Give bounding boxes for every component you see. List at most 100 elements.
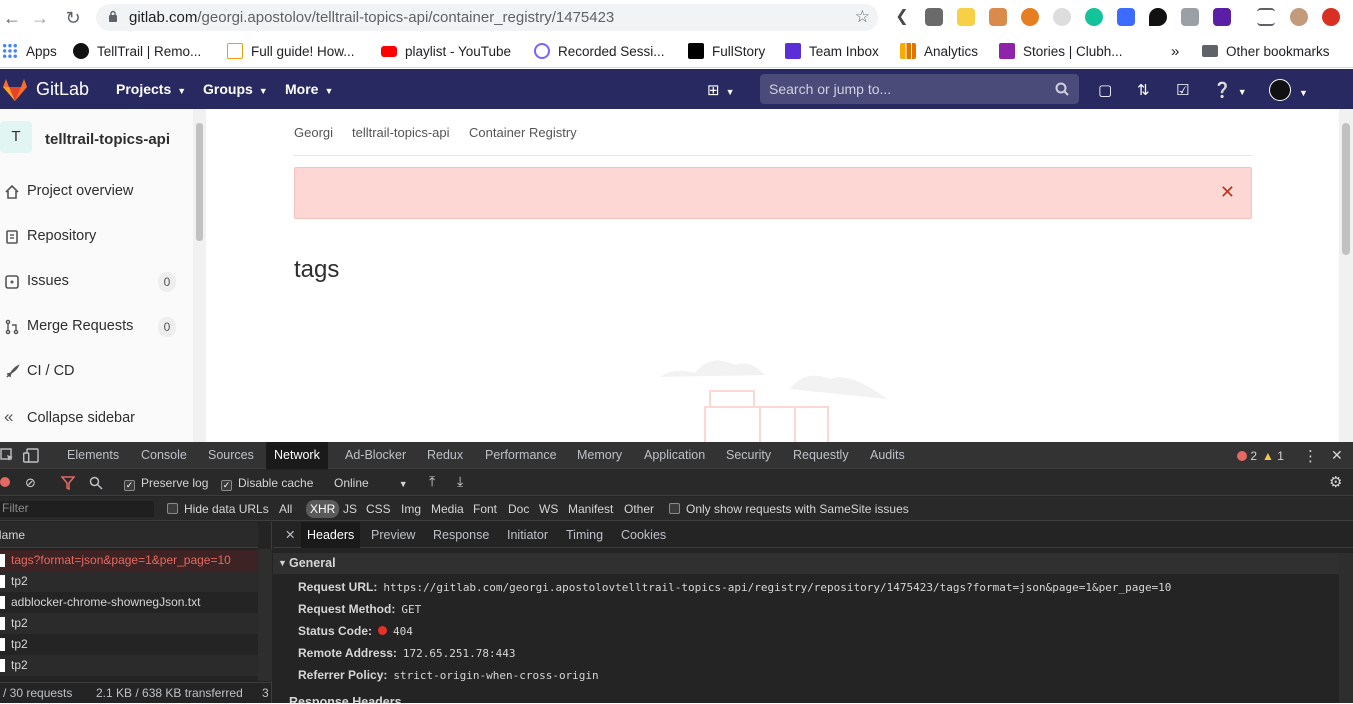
response-headers-section[interactable]: Response Headers xyxy=(289,695,402,703)
detail-tab-response[interactable]: Response xyxy=(427,522,495,548)
sidebar-item-project-overview[interactable]: Project overview xyxy=(0,181,192,205)
search-icon[interactable] xyxy=(89,476,103,490)
bookmark-item[interactable]: Analytics xyxy=(900,41,978,61)
tab-requestly[interactable]: Requestly xyxy=(785,442,857,469)
sidebar-item-ci-cd[interactable]: CI / CD xyxy=(0,361,192,385)
request-row[interactable]: tp2 xyxy=(0,655,258,676)
error-count[interactable]: 2 xyxy=(1237,449,1257,463)
bookmark-item[interactable]: Recorded Sessi... xyxy=(534,41,665,61)
bookmark-item[interactable]: Stories | Clubh... xyxy=(999,41,1123,61)
request-row[interactable]: adblocker-chrome-shownegJson.txt xyxy=(0,592,258,613)
clear-icon[interactable]: ⊘ xyxy=(25,475,36,491)
forward-icon[interactable]: → xyxy=(28,6,52,30)
extension-icon[interactable] xyxy=(989,8,1007,26)
warning-count[interactable]: ▲ 1 xyxy=(1262,449,1284,463)
record-icon[interactable] xyxy=(0,477,10,487)
scrollbar-thumb[interactable] xyxy=(1342,123,1350,255)
filter-icon[interactable] xyxy=(61,476,75,490)
detail-scrollbar[interactable] xyxy=(1339,553,1353,703)
reading-list-icon[interactable] xyxy=(1257,8,1275,26)
extension-icon[interactable] xyxy=(1149,8,1167,26)
detail-tab-cookies[interactable]: Cookies xyxy=(615,522,672,548)
new-item-icon[interactable]: ⊞ ▼ xyxy=(707,81,735,99)
extension-icon[interactable]: ❮ xyxy=(893,8,911,26)
filter-type-css[interactable]: CSS xyxy=(366,502,391,516)
breadcrumb-georgi[interactable]: Georgi xyxy=(294,125,333,140)
filter-type-font[interactable]: Font xyxy=(473,502,497,516)
request-row[interactable]: tags?format=json&page=1&per_page=10 xyxy=(0,550,258,571)
detail-tab-preview[interactable]: Preview xyxy=(365,522,421,548)
user-avatar[interactable]: ▼ xyxy=(1269,79,1308,105)
bookmark-item[interactable]: TellTrail | Remo... xyxy=(73,41,201,61)
detail-tab-timing[interactable]: Timing xyxy=(560,522,609,548)
request-row[interactable]: tp2 xyxy=(0,571,258,592)
request-row[interactable]: tp2 xyxy=(0,634,258,655)
bookmark-item[interactable]: Full guide! How... xyxy=(227,41,355,61)
page-scrollbar[interactable] xyxy=(1339,109,1353,442)
filter-type-xhr[interactable]: XHR xyxy=(306,500,340,518)
help-icon[interactable]: ❔ ▼ xyxy=(1213,81,1247,99)
extension-icon[interactable] xyxy=(1021,8,1039,26)
tab-network[interactable]: Network xyxy=(266,442,328,469)
request-list-scrollbar[interactable] xyxy=(258,549,272,681)
todo-check-icon[interactable]: ☑ xyxy=(1176,81,1189,99)
filter-type-doc[interactable]: Doc xyxy=(508,502,529,516)
filter-type-ws[interactable]: WS xyxy=(539,502,558,516)
preserve-log-checkbox[interactable]: ✓ Preserve log xyxy=(124,476,208,491)
gitlab-brand[interactable]: GitLab xyxy=(36,79,89,100)
scrollbar-thumb[interactable] xyxy=(196,123,203,241)
issues-todo-icon[interactable]: ▢ xyxy=(1098,81,1112,99)
device-toggle-icon[interactable] xyxy=(23,448,39,463)
search-input[interactable]: Search or jump to... xyxy=(760,74,1079,104)
breadcrumb-container-registry[interactable]: Container Registry xyxy=(469,125,577,140)
disable-cache-checkbox[interactable]: ✓ Disable cache xyxy=(221,476,313,491)
filter-type-js[interactable]: JS xyxy=(343,502,357,516)
close-detail-icon[interactable]: ✕ xyxy=(279,522,301,548)
tab-security[interactable]: Security xyxy=(718,442,779,469)
sidebar-item-merge-requests[interactable]: Merge Requests 0 xyxy=(0,316,192,340)
request-list-header[interactable]: Name xyxy=(0,522,258,548)
tab-ad-blocker[interactable]: Ad-Blocker xyxy=(337,442,414,469)
extension-icon[interactable] xyxy=(1213,8,1231,26)
back-icon[interactable]: ← xyxy=(0,6,24,30)
tab-redux[interactable]: Redux xyxy=(419,442,471,469)
tab-audits[interactable]: Audits xyxy=(862,442,913,469)
settings-gear-icon[interactable]: ⚙ xyxy=(1329,473,1342,491)
extension-icon[interactable] xyxy=(1181,8,1199,26)
breadcrumb-project[interactable]: telltrail-topics-api xyxy=(352,125,450,140)
bookmark-item[interactable]: playlist - YouTube xyxy=(381,41,511,61)
general-section-header[interactable]: ▼ General xyxy=(273,553,1339,574)
bookmarks-overflow[interactable]: » xyxy=(1171,41,1179,61)
samesite-checkbox[interactable]: Only show requests with SameSite issues xyxy=(669,502,909,516)
star-icon[interactable]: ☆ xyxy=(855,7,870,27)
bookmark-other[interactable]: Other bookmarks xyxy=(1202,41,1330,61)
close-icon[interactable]: ✕ xyxy=(1220,182,1235,203)
close-devtools-icon[interactable]: ✕ xyxy=(1331,447,1343,464)
tab-console[interactable]: Console xyxy=(133,442,195,469)
collapse-sidebar-button[interactable]: « Collapse sidebar xyxy=(0,407,192,432)
filter-type-manifest[interactable]: Manifest xyxy=(568,502,613,516)
tab-sources[interactable]: Sources xyxy=(200,442,262,469)
tab-application[interactable]: Application xyxy=(636,442,713,469)
bookmark-apps[interactable]: Apps xyxy=(2,41,57,61)
upload-icon[interactable]: ⤒ xyxy=(429,473,435,490)
filter-type-media[interactable]: Media xyxy=(431,502,464,516)
address-bar[interactable]: gitlab.com/georgi.apostolov/telltrail-to… xyxy=(96,4,878,31)
tab-memory[interactable]: Memory xyxy=(569,442,630,469)
extension-icon[interactable] xyxy=(957,8,975,26)
kebab-menu-icon[interactable]: ⋮ xyxy=(1303,447,1318,465)
project-avatar[interactable]: T xyxy=(0,121,32,153)
filter-type-img[interactable]: Img xyxy=(401,502,421,516)
filter-input[interactable]: Filter xyxy=(0,501,154,517)
detail-tab-headers[interactable]: Headers xyxy=(301,522,361,548)
nav-more[interactable]: More ▼ xyxy=(285,81,333,97)
sidebar-scrollbar[interactable] xyxy=(193,109,206,442)
request-row[interactable]: tp2 xyxy=(0,613,258,634)
extension-icon[interactable] xyxy=(1053,8,1071,26)
download-icon[interactable]: ⤓ xyxy=(457,473,463,490)
inspect-icon[interactable] xyxy=(0,448,14,462)
filter-type-other[interactable]: Other xyxy=(624,502,654,516)
extension-icon[interactable] xyxy=(1117,8,1135,26)
extension-icon[interactable] xyxy=(925,8,943,26)
project-name[interactable]: telltrail-topics-api xyxy=(45,131,170,148)
